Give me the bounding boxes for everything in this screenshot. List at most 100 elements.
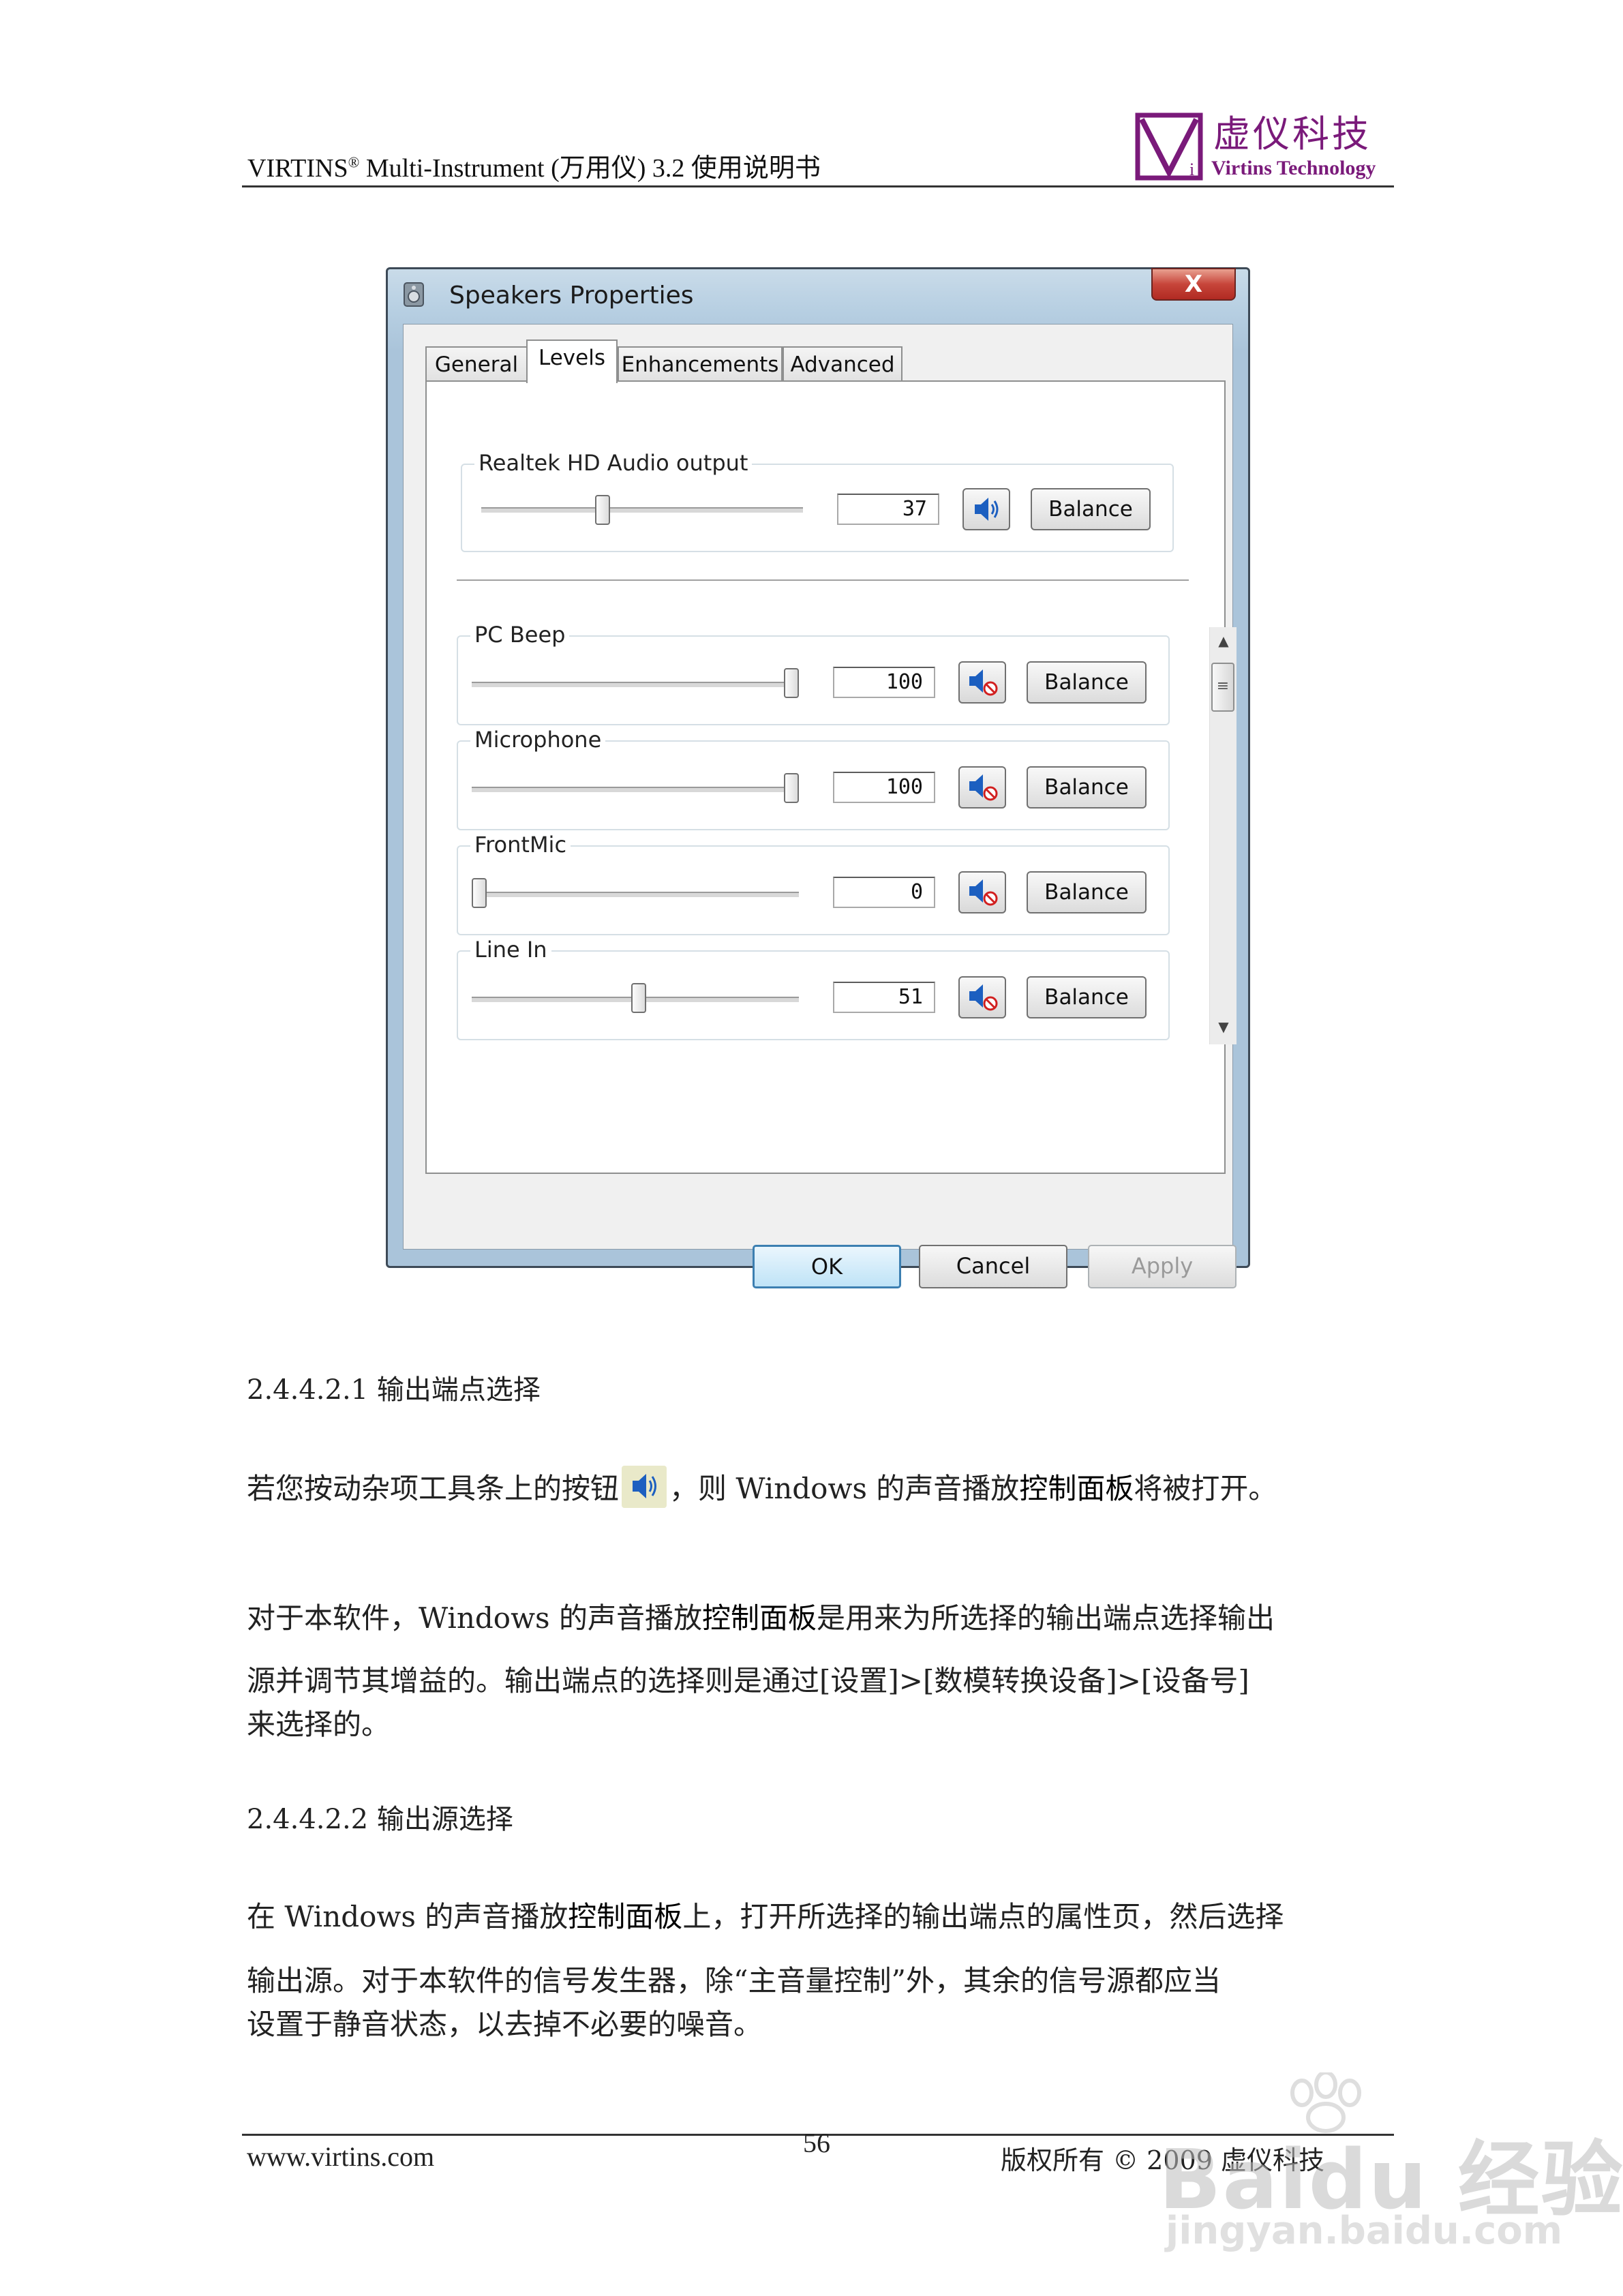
inline-speaker-icon (622, 1466, 667, 1508)
balance-label: Balance (1044, 775, 1129, 800)
volume-slider-thumb[interactable] (594, 495, 610, 525)
document-title: VIRTINS® Multi-Instrument (万用仪) 3.2 使用说明… (247, 147, 821, 184)
source-group-pc-beep: PC Beep 100 Balance (457, 622, 1170, 725)
balance-button[interactable]: Balance (1027, 976, 1147, 1018)
company-logo: i 虚仪科技 Virtins Technology (1135, 102, 1408, 181)
title-suffix: Multi-Instrument (万用仪) 3.2 使用说明书 (359, 154, 821, 183)
volume-slider-track[interactable] (472, 892, 799, 898)
volume-value-field[interactable]: 51 (833, 982, 935, 1013)
dialog-title: Speakers Properties (449, 282, 694, 309)
source-group-line-in: Line In 51 Balance (457, 937, 1170, 1040)
dialog-titlebar[interactable]: Speakers Properties X (388, 268, 1248, 324)
balance-label: Balance (1048, 497, 1133, 522)
group-label: PC Beep (470, 622, 570, 648)
tab-label: Levels (539, 346, 605, 370)
tab-label: Enhancements (621, 352, 779, 377)
volume-slider-thumb[interactable] (784, 668, 799, 698)
group-label: Microphone (470, 727, 606, 753)
control-panel-term: 控制面板 (1019, 1472, 1134, 1505)
volume-value-field[interactable]: 100 (833, 667, 935, 698)
speaker-muted-icon (969, 984, 998, 1011)
virtins-logo-icon: i (1135, 112, 1203, 181)
cancel-button[interactable]: Cancel (919, 1245, 1067, 1288)
footer-website-link[interactable]: www.virtins.com (247, 2141, 434, 2173)
group-label: FrontMic (470, 832, 571, 858)
speakers-properties-dialog: Speakers Properties X General Levels Enh… (386, 267, 1250, 1288)
text-run: 在 Windows 的声音播放 (247, 1900, 568, 1933)
text-run: 是用来为所选择的输出端点选择输出 (816, 1601, 1275, 1635)
apply-button[interactable]: Apply (1088, 1245, 1237, 1288)
source-group-microphone: Microphone 100 Balance (457, 727, 1170, 830)
speaker-muted-icon (969, 879, 998, 906)
main-output-group: Realtek HD Audio output 37 Balance (461, 450, 1174, 552)
balance-label: Balance (1044, 985, 1129, 1010)
levels-tab-panel: Realtek HD Audio output 37 Balance PC Be… (425, 380, 1237, 1174)
paragraph-purpose-line3: 来选择的。 (247, 1708, 391, 1741)
balance-button[interactable]: Balance (1027, 871, 1147, 913)
speaker-muted-icon (969, 774, 998, 801)
mute-button[interactable] (958, 976, 1006, 1018)
page-number: 56 (803, 2128, 830, 2158)
volume-slider-thumb[interactable] (784, 773, 799, 803)
separator (457, 579, 1189, 581)
text-run: 将被打开。 (1134, 1472, 1277, 1505)
mute-button[interactable] (958, 766, 1006, 809)
scroll-down-arrow-icon[interactable]: ▼ (1210, 1013, 1237, 1040)
source-group-frontmic: FrontMic 0 Balance (457, 832, 1170, 935)
balance-label: Balance (1044, 880, 1129, 905)
volume-value-field[interactable]: 100 (833, 772, 935, 803)
scroll-thumb[interactable]: ≡ (1211, 663, 1234, 712)
tab-label: General (434, 352, 519, 377)
volume-slider-thumb[interactable] (472, 878, 487, 908)
paragraph-source-line1: 在 Windows 的声音播放控制面板上，打开所选择的输出端点的属性页，然后选择 (247, 1897, 1284, 1937)
close-button[interactable]: X (1151, 268, 1236, 301)
title-brand: VIRTINS (247, 154, 348, 183)
mute-button[interactable] (958, 661, 1006, 704)
tab-levels[interactable]: Levels (526, 339, 618, 383)
mute-button[interactable] (958, 871, 1006, 913)
tab-enhancements[interactable]: Enhancements (618, 346, 783, 382)
dialog-client-area: General Levels Enhancements Advanced Rea… (403, 324, 1237, 1288)
control-panel-term: 控制面板 (701, 1601, 817, 1635)
paragraph-purpose-line1: 对于本软件，Windows 的声音播放控制面板是用来为所选择的输出端点选择输出 (247, 1598, 1275, 1639)
sources-scrollbar[interactable]: ▲ ≡ ▼ (1209, 627, 1237, 1044)
scroll-up-arrow-icon[interactable]: ▲ (1210, 627, 1237, 654)
section-heading-output-source: 2.4.4.2.2 输出源选择 (247, 1804, 513, 1835)
text-run: 上，打开所选择的输出端点的属性页，然后选择 (682, 1900, 1284, 1933)
close-icon: X (1184, 271, 1203, 298)
cancel-label: Cancel (956, 1253, 1031, 1279)
text-run: 对于本软件，Windows 的声音播放 (247, 1601, 702, 1635)
text-run: ，则 Windows 的声音播放 (669, 1472, 1020, 1505)
volume-value-field[interactable]: 0 (833, 877, 935, 908)
logo-chinese-name: 虚仪科技 (1213, 112, 1371, 155)
balance-button[interactable]: Balance (1027, 766, 1147, 809)
volume-slider-thumb[interactable] (631, 983, 646, 1013)
section-heading-output-endpoint: 2.4.4.2.1 输出端点选择 (247, 1374, 541, 1406)
volume-value-field[interactable]: 37 (837, 494, 939, 525)
balance-button[interactable]: Balance (1027, 661, 1147, 704)
balance-label: Balance (1044, 670, 1129, 695)
watermark-url: jingyan.baidu.com (1166, 2209, 1563, 2253)
tab-advanced[interactable]: Advanced (783, 346, 902, 382)
ok-label: OK (810, 1254, 843, 1280)
baidu-watermark: Baidu 经验 jingyan.baidu.com (1159, 2072, 1623, 2270)
volume-slider-track[interactable] (481, 507, 803, 514)
speaker-properties-icon (404, 282, 424, 307)
speaker-icon (975, 498, 999, 521)
paragraph-speaker-button: 若您按动杂项工具条上的按钮 ，则 Windows 的声音播放控制面板将被打开。 (247, 1466, 1277, 1509)
ok-button[interactable]: OK (753, 1245, 901, 1288)
svg-text:i: i (1189, 160, 1194, 179)
mute-button[interactable] (962, 488, 1010, 530)
volume-slider-track[interactable] (472, 682, 799, 689)
document-header: VIRTINS® Multi-Instrument (万用仪) 3.2 使用说明… (242, 95, 1394, 191)
volume-slider-track[interactable] (472, 787, 799, 794)
logo-english-name: Virtins Technology (1211, 157, 1376, 179)
text-run: 若您按动杂项工具条上的按钮 (247, 1472, 620, 1505)
header-divider (242, 185, 1394, 187)
tab-general[interactable]: General (425, 346, 528, 382)
balance-button[interactable]: Balance (1031, 488, 1151, 530)
group-label: Realtek HD Audio output (474, 450, 753, 476)
group-label: Line In (470, 937, 551, 963)
apply-label: Apply (1131, 1253, 1194, 1279)
tab-label: Advanced (790, 352, 895, 377)
